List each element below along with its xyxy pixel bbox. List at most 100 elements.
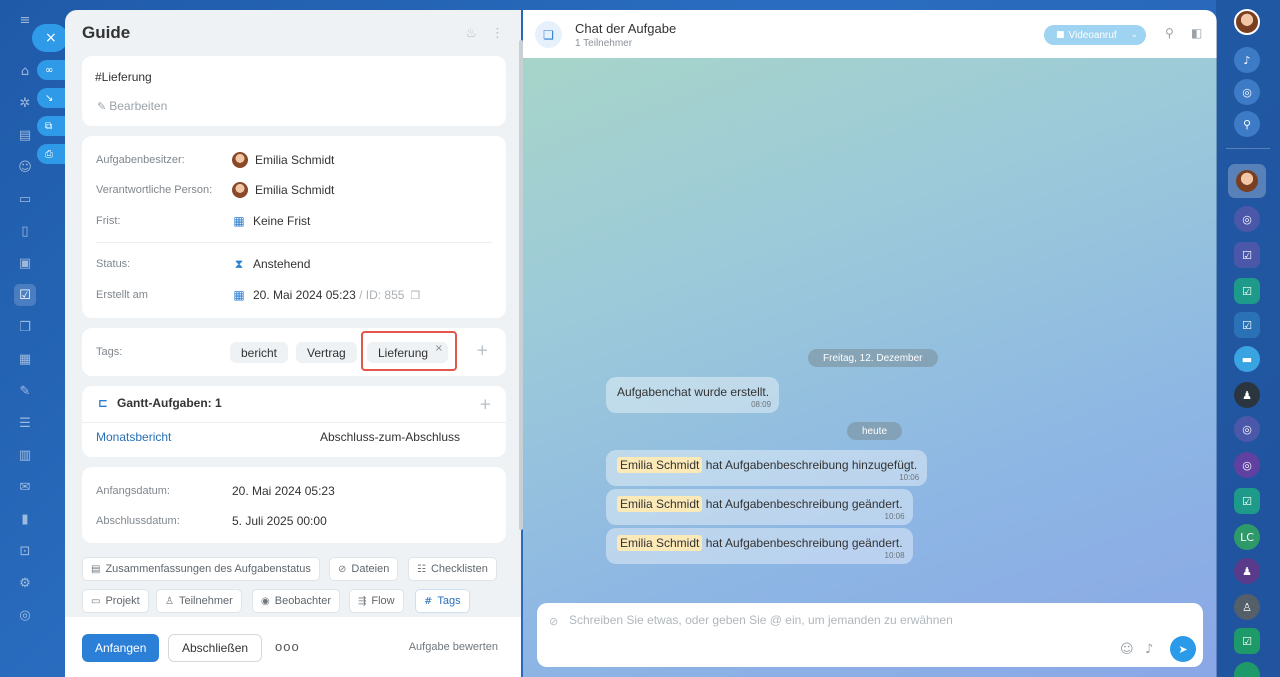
microphone-icon[interactable]: ♪ [1145, 642, 1153, 657]
gantt-task-link[interactable]: Monatsbericht [96, 430, 171, 444]
flow-icon: ⇶ [358, 595, 367, 607]
paperclip-icon[interactable]: ⊘ [549, 615, 558, 628]
print-button[interactable]: ⎙ [37, 144, 65, 164]
help-icon[interactable]: ◎ [14, 604, 36, 626]
chip-tags[interactable]: # Tags [415, 589, 470, 613]
flame-icon[interactable]: ♨ [465, 26, 477, 41]
tags-row: Tags: [96, 342, 226, 362]
store-icon[interactable]: ▥ [14, 444, 36, 466]
search-icon[interactable]: ⚲ [1165, 26, 1174, 40]
recent-avatar[interactable] [1228, 164, 1266, 198]
mention-name[interactable]: Emilia Schmidt [617, 535, 703, 551]
analytics-icon[interactable]: ▮ [14, 508, 36, 530]
mention-name[interactable]: Emilia Schmidt [617, 457, 703, 473]
lc-avatar[interactable]: LC [1234, 524, 1260, 550]
owner-row: Aufgabenbesitzer: Emilia Schmidt [96, 150, 492, 170]
channel-icon[interactable]: ◎ [1234, 416, 1260, 442]
task-footer: Anfangen Abschließen ooo Aufgabe bewerte… [65, 617, 521, 677]
calendar-edit-icon: ▦ [233, 288, 245, 302]
finish-button[interactable]: Abschließen [168, 634, 263, 662]
sidebar-toggle-icon[interactable]: ◧ [1191, 26, 1202, 40]
chip-participants[interactable]: ♙ Teilnehmer [156, 589, 242, 613]
tasks-icon[interactable]: ☑ [14, 284, 36, 306]
deadline-value[interactable]: ▦ Keine Frist [232, 214, 310, 228]
user-avatar[interactable] [1234, 9, 1260, 35]
add-gantt-icon[interactable]: + [479, 395, 492, 413]
avatar [232, 152, 248, 168]
chat-participants[interactable]: 1 Teilnehmer [575, 38, 632, 49]
mention-name[interactable]: Emilia Schmidt [617, 496, 703, 512]
chip-files[interactable]: ⊘ Dateien [329, 557, 399, 581]
channel-icon[interactable]: ◎ [1234, 206, 1260, 232]
chat-bubble-icon[interactable]: ▬ [1234, 346, 1260, 372]
message-input[interactable] [569, 613, 1129, 627]
chip-project[interactable]: ▭ Projekt [82, 589, 149, 613]
start-button[interactable]: Anfangen [82, 634, 160, 662]
status-value: ⧗ Anstehend [232, 257, 311, 272]
contact-avatar[interactable]: ♙ [1234, 594, 1260, 620]
sign-icon[interactable]: ✎ [14, 380, 36, 402]
cart-icon[interactable]: ⊡ [14, 540, 36, 562]
search-chat-icon[interactable]: ⚲ [1234, 111, 1260, 137]
contact-avatar[interactable]: ♟ [1234, 558, 1260, 584]
edit-description-link[interactable]: ✎ Bearbeiten [97, 99, 167, 113]
dates-card: Anfangsdatum: 20. Mai 2024 05:23 Abschlu… [82, 467, 506, 543]
start-date-value[interactable]: 20. Mai 2024 05:23 [232, 484, 335, 498]
video-call-button[interactable]: ■ Videoanruf ⌄ [1044, 25, 1146, 45]
responsible-row: Verantwortliche Person: Emilia Schmidt [96, 180, 492, 200]
calendar-icon[interactable]: ▦ [14, 348, 36, 370]
task-chat-icon[interactable]: ☑ [1234, 242, 1260, 268]
document-icon[interactable]: ▯ [14, 220, 36, 242]
presentation-icon[interactable]: ▣ [14, 252, 36, 274]
message-bubble: Emilia Schmidt hat Aufgabenbeschreibung … [606, 489, 913, 525]
home-icon[interactable]: ⌂ [14, 60, 36, 82]
created-label: Erstellt am [96, 289, 148, 301]
responsible-value[interactable]: Emilia Schmidt [232, 182, 334, 198]
people-icon[interactable]: ☺ [14, 156, 36, 178]
emoji-icon[interactable]: ☺ [1120, 642, 1134, 657]
target-icon[interactable]: ◎ [1234, 79, 1260, 105]
mail-icon[interactable]: ✉ [14, 476, 36, 498]
chat-icon[interactable]: ❐ [14, 316, 36, 338]
task-chat-icon[interactable]: ☑ [1234, 278, 1260, 304]
send-button[interactable]: ➤ [1170, 636, 1196, 662]
left-navigation-rail: ≡ ⌂ ✲ ▤ ☺ ▭ ▯ ▣ ☑ ❐ ▦ ✎ ☰ ▥ ✉ ▮ ⊡ ⚙ ◎ × … [0, 0, 68, 677]
puzzle-icon[interactable]: ✲ [14, 92, 36, 114]
chip-flow[interactable]: ⇶ Flow [349, 589, 404, 613]
open-new-window-button[interactable]: ⧉ [37, 116, 65, 136]
more-vertical-icon[interactable]: ⋮ [491, 26, 504, 41]
end-date-value[interactable]: 5. Juli 2025 00:00 [232, 514, 327, 528]
filter-icon[interactable]: ☰ [14, 412, 36, 434]
task-chat-icon[interactable] [1234, 662, 1260, 677]
responsible-label: Verantwortliche Person: [96, 184, 213, 196]
rate-task-link[interactable]: Aufgabe bewerten [409, 641, 498, 653]
feed-icon[interactable]: ▤ [14, 124, 36, 146]
download-button[interactable]: ↘ [37, 88, 65, 108]
settings-icon[interactable]: ⚙ [14, 572, 36, 594]
add-tag-icon[interactable]: + [476, 341, 489, 359]
task-chat-icon[interactable]: ☑ [1234, 628, 1260, 654]
more-actions-button[interactable]: ooo [275, 639, 300, 654]
menu-icon[interactable]: ≡ [14, 9, 36, 31]
contact-avatar[interactable]: ♟ [1234, 382, 1260, 408]
tag-bericht[interactable]: bericht [230, 342, 289, 363]
chip-observers[interactable]: ◉ Beobachter [252, 589, 340, 613]
checklist-icon: ☷ [417, 563, 426, 575]
close-button[interactable]: × [32, 24, 68, 52]
details-card: Aufgabenbesitzer: Emilia Schmidt Verantw… [82, 136, 506, 318]
channel-icon[interactable]: ◎ [1234, 452, 1260, 478]
end-date-label: Abschlussdatum: [96, 515, 180, 527]
inbox-icon[interactable]: ▭ [14, 188, 36, 210]
message-composer: ⊘ ☺ ♪ ➤ [537, 603, 1203, 667]
chip-checklists[interactable]: ☷ Checklisten [408, 557, 497, 581]
task-chat-icon[interactable]: ☑ [1234, 312, 1260, 338]
tag-vertrag[interactable]: Vertrag [296, 342, 357, 363]
owner-value[interactable]: Emilia Schmidt [232, 152, 334, 168]
chevron-down-icon[interactable]: ⌄ [1130, 30, 1138, 40]
bell-icon[interactable]: ♪ [1234, 47, 1260, 73]
copy-icon[interactable]: ❐ [410, 289, 420, 302]
task-chat-icon[interactable]: ☑ [1234, 488, 1260, 514]
tags-card: Tags: bericht Vertrag Lieferung × + [82, 328, 506, 376]
copy-link-button[interactable]: ∞ [37, 60, 65, 80]
chip-summary[interactable]: ▤ Zusammenfassungen des Aufgabenstatus [82, 557, 320, 581]
